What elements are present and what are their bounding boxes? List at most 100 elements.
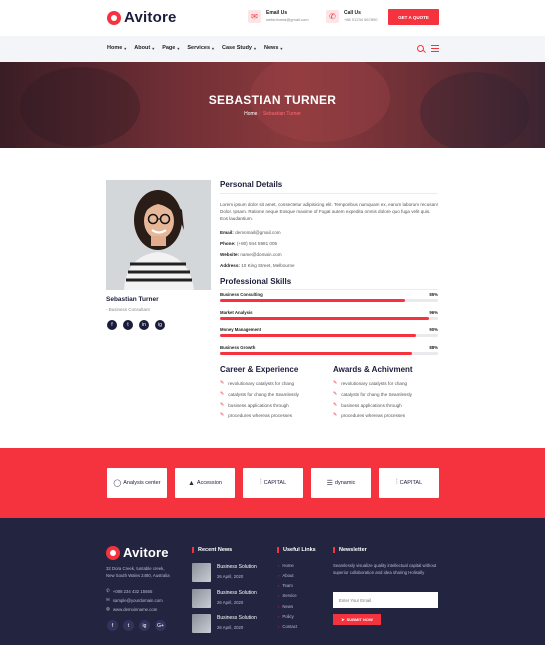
chevron-down-icon: ▾: [124, 45, 127, 51]
info-phone: Phone: (+80) 944 5981 005: [220, 241, 277, 246]
site-footer: [0, 518, 545, 645]
skill-bar: [220, 299, 438, 302]
career-item-text: procedures whereas processes: [228, 412, 293, 418]
news-thumbnail[interactable]: [192, 563, 211, 582]
footer-link[interactable]: › Home: [278, 563, 294, 568]
chevron-right-icon: ›: [278, 573, 280, 578]
career-heading: Career & Experience: [220, 365, 299, 374]
page-banner: SEBASTIAN TURNER Home / Sebastian Turner: [0, 62, 545, 148]
award-item: ✎ business applications through: [333, 402, 402, 408]
email-contact: ✉ Email Us webinfomia@gmail.com: [248, 10, 309, 23]
nav-item-news[interactable]: News ▾: [264, 45, 282, 51]
footer-link[interactable]: › News: [278, 604, 293, 609]
news-title[interactable]: Business Solution: [217, 590, 257, 596]
footer-email-text[interactable]: sample@yourdomain.com: [113, 598, 163, 603]
nav-item-services[interactable]: Services ▾: [187, 45, 214, 51]
skill-percent: 85%: [429, 292, 438, 297]
info-value[interactable]: demomail@gmail.com: [235, 230, 281, 235]
personal-details-heading: Personal Details: [220, 180, 283, 189]
profile-socials: f t in ig: [107, 320, 165, 330]
award-item-text: procedures whereas processes: [341, 412, 406, 418]
profile-name: Sebastian Turner: [106, 296, 159, 303]
footer-link[interactable]: › Policy: [278, 614, 294, 619]
footer-address-line: New South Wales 2480, Australia: [106, 573, 170, 578]
twitter-icon[interactable]: t: [123, 320, 133, 330]
skill-bar: [220, 352, 438, 355]
instagram-icon[interactable]: ig: [139, 620, 150, 631]
nav-label: About: [134, 45, 151, 51]
partner-name: CAPITAL: [399, 480, 423, 486]
pencil-icon: ✎: [220, 412, 225, 418]
footer-link[interactable]: › Team: [278, 583, 293, 588]
site-logo[interactable]: Avitore: [107, 9, 177, 26]
partner-name: Analysis center: [123, 480, 161, 486]
pencil-icon: ✎: [333, 380, 338, 386]
footer-link-label: About: [282, 573, 294, 578]
footer-link[interactable]: › Contact: [278, 624, 297, 629]
profile-role: - Business Consultant: [106, 307, 150, 312]
submit-button[interactable]: ➤ SUBMIT NOW: [333, 614, 381, 625]
globe-icon: ◍: [106, 606, 110, 611]
news-thumbnail[interactable]: [192, 614, 211, 633]
partner-name: dynamic: [334, 480, 356, 486]
footer-link[interactable]: › About: [278, 573, 294, 578]
nav-item-about[interactable]: About ▾: [134, 45, 154, 51]
get-quote-button[interactable]: GET A QUOTE: [388, 9, 439, 25]
footer-link-label: Contact: [282, 624, 298, 629]
award-item-text: catalysts for chang the Seamlessly: [341, 391, 412, 397]
banner-backdrop: [20, 67, 140, 147]
career-item-text: business applications through: [228, 402, 289, 408]
facebook-icon[interactable]: f: [107, 320, 117, 330]
nav-label: News: [264, 45, 279, 51]
mail-icon: ✉: [106, 597, 110, 602]
career-item-text: revolutionary catalysts for chang: [228, 380, 295, 386]
twitter-icon[interactable]: t: [123, 620, 134, 631]
facebook-icon[interactable]: f: [107, 620, 118, 631]
capital-logo-icon: ⫶: [395, 479, 398, 486]
logo-pin-icon: [107, 10, 121, 25]
news-title[interactable]: Business Solution: [217, 615, 257, 621]
footer-website-text[interactable]: www.demoinname.com: [113, 607, 157, 612]
nav-item-page[interactable]: Page ▾: [162, 45, 179, 51]
partner-logo[interactable]: ☰ dynamic: [311, 468, 371, 498]
footer-logo[interactable]: Avitore: [106, 545, 169, 560]
menu-icon[interactable]: [431, 45, 439, 54]
partner-logo[interactable]: ⫶ CAPITAL: [379, 468, 439, 498]
google-plus-icon[interactable]: G+: [155, 620, 166, 631]
recent-news-heading: Recent News: [192, 547, 232, 553]
personal-paragraph: Lorem ipsum dolor sit amet, consectetur …: [220, 202, 438, 221]
chevron-right-icon: ›: [278, 593, 280, 598]
skill-bar-fill: [220, 352, 412, 355]
info-value: (+80) 944 5981 005: [236, 241, 278, 246]
banner-backdrop: [420, 72, 530, 148]
search-icon[interactable]: [417, 45, 424, 52]
info-value[interactable]: name@domain.com: [240, 252, 281, 257]
instagram-icon[interactable]: ig: [155, 320, 165, 330]
info-website: Website: name@domain.com: [220, 252, 282, 257]
nav-label: Case Study: [222, 45, 252, 51]
linkedin-icon[interactable]: in: [139, 320, 149, 330]
footer-link[interactable]: › Service: [278, 593, 297, 598]
mail-icon: ✉: [248, 10, 261, 23]
award-item-text: business applications through: [341, 402, 402, 408]
breadcrumb-separator: /: [259, 111, 261, 117]
chevron-down-icon: ▾: [254, 45, 257, 51]
award-item: ✎ catalysts for chang the Seamlessly: [333, 391, 412, 397]
profile-photo: [106, 180, 211, 290]
partner-logo[interactable]: ▲ Accession: [175, 468, 235, 498]
chevron-down-icon: ▾: [152, 45, 155, 51]
partner-logo[interactable]: ◯ Analysis center: [107, 468, 167, 498]
email-value[interactable]: webinfomia@gmail.com: [266, 17, 309, 23]
page-title: SEBASTIAN TURNER: [208, 93, 337, 107]
breadcrumb-home[interactable]: Home: [244, 111, 257, 117]
info-email: Email: demomail@gmail.com: [220, 230, 281, 235]
news-title[interactable]: Business Solution: [217, 564, 257, 570]
nav-item-case-study[interactable]: Case Study ▾: [222, 45, 256, 51]
partner-logo[interactable]: ⫶ CAPITAL: [243, 468, 303, 498]
call-value[interactable]: +86 01234 567890: [344, 17, 377, 23]
chevron-right-icon: ›: [278, 563, 280, 568]
newsletter-email-input[interactable]: [333, 592, 438, 608]
news-thumbnail[interactable]: [192, 589, 211, 608]
chevron-down-icon: ▾: [212, 45, 215, 51]
nav-item-home[interactable]: Home ▾: [107, 45, 126, 51]
